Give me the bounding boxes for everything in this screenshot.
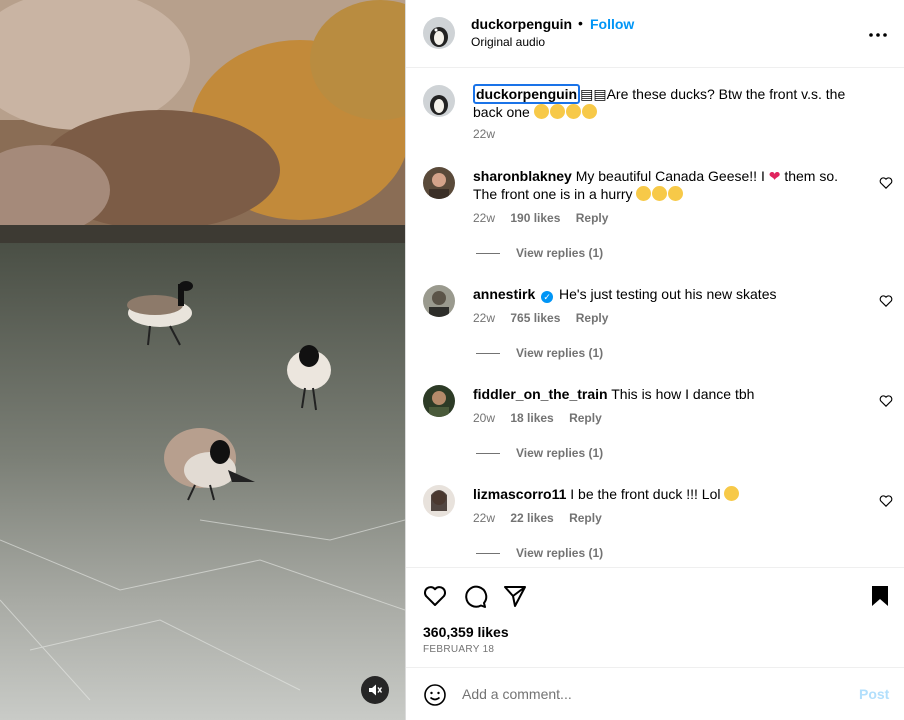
commenter-avatar[interactable] (423, 485, 455, 517)
replies-line (476, 453, 500, 455)
commenter-username[interactable]: lizmascorro11 (473, 486, 566, 502)
caption-username[interactable]: duckorpenguin (473, 84, 581, 104)
post-panel: duckorpenguin • Follow Original audio du… (405, 0, 904, 720)
emoji-icon (724, 486, 740, 501)
view-replies-button[interactable]: View replies (1) (476, 246, 603, 260)
view-replies-label: View replies (1) (516, 246, 604, 260)
replies-line (476, 253, 500, 255)
comment-time[interactable]: 22w (473, 311, 495, 325)
comment-like-icon[interactable] (879, 176, 893, 190)
more-options-icon (869, 33, 887, 37)
post-date[interactable]: FEBRUARY 18 (423, 644, 494, 655)
caption-text-block: duckorpenguin ▤▤Are these ducks? Btw the … (473, 84, 863, 121)
view-replies-button[interactable]: View replies (1) (476, 346, 603, 360)
bookmark-icon[interactable] (867, 583, 893, 609)
emoji-icon (668, 186, 684, 201)
more-options-button[interactable] (866, 22, 890, 42)
comment-time[interactable]: 22w (473, 211, 495, 225)
original-audio-link[interactable]: Original audio (471, 35, 545, 49)
replies-line (476, 553, 500, 555)
bars-glyph: ▤▤ (580, 86, 607, 102)
commenter-avatar[interactable] (423, 385, 455, 417)
comment-like-icon[interactable] (879, 394, 893, 408)
view-replies-button[interactable]: View replies (1) (476, 546, 603, 560)
author-username[interactable]: duckorpenguin (471, 16, 572, 32)
comment-meta: 22w 190 likes Reply (473, 211, 620, 225)
comment-meta: 22w 22 likes Reply (473, 511, 614, 525)
reply-button[interactable]: Reply (569, 511, 602, 525)
comment-text: This is how I dance tbh (611, 386, 755, 402)
view-replies-label: View replies (1) (516, 346, 604, 360)
video-frame[interactable] (0, 0, 405, 720)
comment-text: He's just testing out his new skates (559, 286, 777, 302)
separator-dot: • (578, 15, 583, 31)
comment-like-icon[interactable] (879, 494, 893, 508)
commenter-username[interactable]: fiddler_on_the_train (473, 386, 608, 402)
heart-icon[interactable] (422, 583, 448, 609)
view-replies-label: View replies (1) (516, 446, 604, 460)
follow-button[interactable]: Follow (590, 16, 634, 32)
smiley-icon[interactable] (423, 683, 447, 707)
comment-likes[interactable]: 190 likes (510, 211, 560, 225)
comment-like-icon[interactable] (879, 294, 893, 308)
emoji-icon (565, 104, 581, 119)
caption-avatar[interactable] (423, 85, 455, 117)
reply-button[interactable]: Reply (576, 211, 609, 225)
share-icon[interactable] (502, 583, 528, 609)
comment-meta: 22w 765 likes Reply (473, 311, 620, 325)
caption-time[interactable]: 22w (473, 127, 495, 141)
mute-button[interactable] (361, 676, 389, 704)
comment-likes[interactable]: 22 likes (510, 511, 553, 525)
post-actions: 360,359 likes FEBRUARY 18 (406, 567, 904, 667)
mute-icon (369, 684, 382, 696)
reply-button[interactable]: Reply (569, 411, 602, 425)
comment-input[interactable] (462, 682, 842, 706)
comment-text-block: fiddler_on_the_train This is how I dance… (473, 385, 863, 403)
comment-time[interactable]: 20w (473, 411, 495, 425)
comment-text-block: annestirk ✓ He's just testing out his ne… (473, 285, 863, 303)
emoji-icon (652, 186, 668, 201)
view-replies-label: View replies (1) (516, 546, 604, 560)
reply-button[interactable]: Reply (576, 311, 609, 325)
commenter-username[interactable]: annestirk (473, 286, 535, 302)
view-replies-button[interactable]: View replies (1) (476, 446, 603, 460)
comment-likes[interactable]: 18 likes (510, 411, 553, 425)
comment-text: My beautiful Canada Geese!! I (575, 168, 765, 184)
heart-emoji-icon: ❤ (768, 168, 781, 184)
likes-count[interactable]: 360,359 likes (423, 624, 509, 640)
replies-line (476, 353, 500, 355)
emoji-icon (549, 104, 565, 119)
post-header: duckorpenguin • Follow Original audio (406, 0, 904, 68)
emoji-icon (533, 104, 549, 119)
commenter-avatar[interactable] (423, 167, 455, 199)
comment-composer: Post (406, 667, 904, 720)
caption-meta: 22w (473, 127, 507, 141)
comments-list[interactable]: duckorpenguin ▤▤Are these ducks? Btw the … (406, 69, 904, 567)
post-media[interactable] (0, 0, 405, 720)
comment-text: I be the front duck !!! Lol (570, 486, 721, 502)
comment-icon[interactable] (462, 583, 488, 609)
commenter-avatar[interactable] (423, 285, 455, 317)
comment-text-block: lizmascorro11 I be the front duck !!! Lo… (473, 485, 863, 503)
emoji-icon (581, 104, 597, 119)
comment-time[interactable]: 22w (473, 511, 495, 525)
author-avatar[interactable] (423, 17, 455, 49)
comment-text-block: sharonblakney My beautiful Canada Geese!… (473, 167, 863, 203)
emoji-icon (636, 186, 652, 201)
comment-meta: 20w 18 likes Reply (473, 411, 614, 425)
post-comment-button[interactable]: Post (859, 686, 889, 702)
commenter-username[interactable]: sharonblakney (473, 168, 572, 184)
comment-likes[interactable]: 765 likes (510, 311, 560, 325)
verified-badge-icon: ✓ (541, 291, 554, 303)
